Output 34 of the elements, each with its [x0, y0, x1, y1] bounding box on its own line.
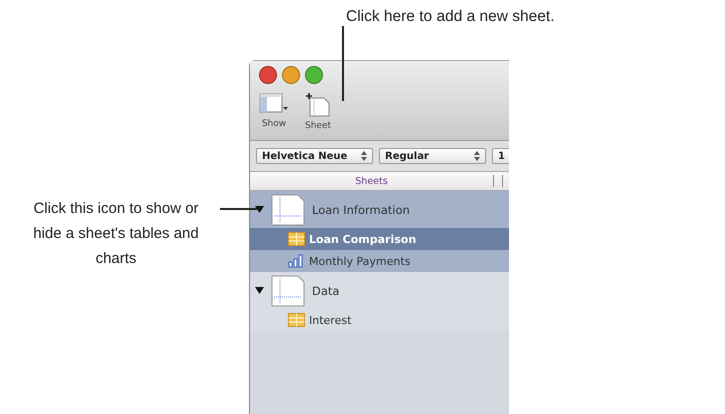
callout-text: Click here to add a new sheet.	[346, 8, 555, 26]
leader-line	[220, 208, 257, 210]
sheet-icon	[270, 274, 306, 306]
disclosure-triangle[interactable]	[254, 286, 264, 296]
callout-text: Click this icon to show or hide a sheet's tables and charts	[32, 199, 200, 269]
sidebar-item[interactable]: Loan Comparison	[250, 228, 509, 250]
sheet-icon	[270, 194, 306, 226]
table-icon	[288, 313, 305, 327]
header-label: Sheets	[354, 176, 389, 186]
stepper-icon	[361, 151, 367, 161]
sidebar-item[interactable]: Interest	[250, 309, 509, 331]
item-label: Interest	[309, 314, 352, 326]
minimize-button[interactable]	[282, 66, 300, 84]
zoom-button[interactable]	[305, 66, 323, 84]
sheet-button[interactable]: Sheet	[305, 93, 332, 131]
chart-icon	[288, 254, 305, 268]
show-button[interactable]: Show	[259, 93, 289, 131]
table-icon	[288, 232, 305, 246]
new-sheet-icon	[305, 93, 332, 117]
item-label: Monthly Payments	[309, 254, 410, 268]
sheet-name[interactable]: Loan Information	[312, 202, 410, 216]
disclosure-triangle-icon	[254, 205, 264, 214]
size-popup[interactable]: 1	[492, 148, 509, 164]
disclosure-triangle[interactable]	[254, 204, 264, 214]
close-button[interactable]	[259, 66, 277, 84]
item-label: Loan Comparison	[309, 232, 416, 246]
font-popup[interactable]: Helvetica Neue	[256, 148, 373, 164]
style-popup[interactable]: Regular	[379, 148, 486, 164]
view-icon	[259, 93, 289, 115]
sheet-name[interactable]: Data	[312, 284, 340, 298]
resize-grip-icon[interactable]	[493, 175, 503, 187]
sidebar-item[interactable]: Monthly Payments	[250, 250, 509, 272]
stepper-icon	[474, 151, 480, 161]
disclosure-triangle-icon	[254, 286, 264, 295]
